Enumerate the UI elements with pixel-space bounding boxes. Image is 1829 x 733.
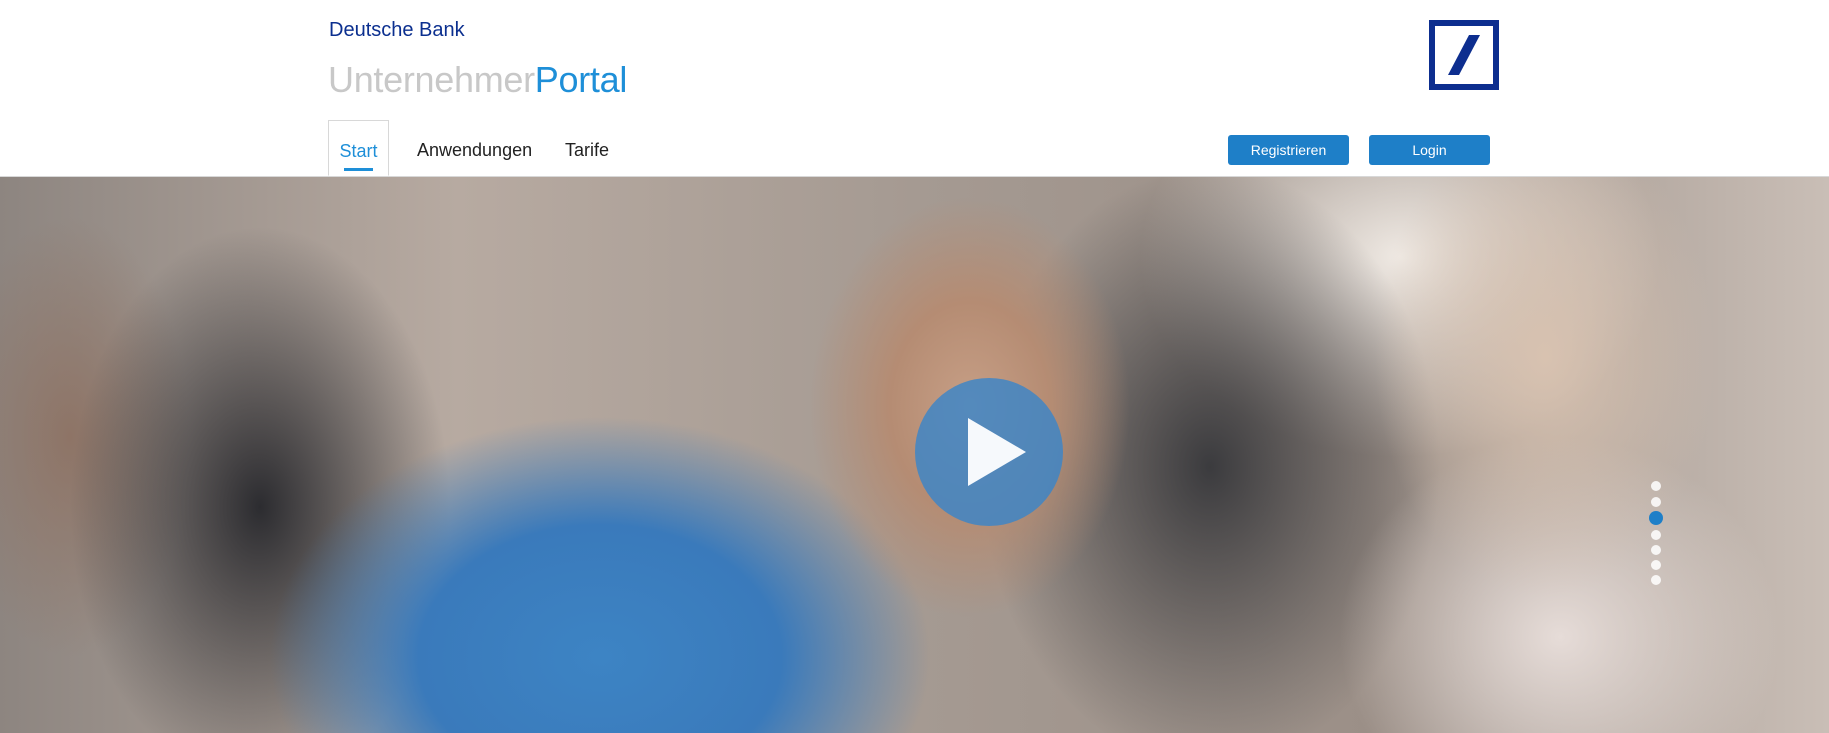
portal-title: UnternehmerPortal — [328, 59, 627, 101]
hero-video — [0, 177, 1829, 733]
nav-tab-anwendungen[interactable]: Anwendungen — [417, 120, 532, 176]
nav-tab-start-label: Start — [339, 141, 378, 161]
portal-title-part2: Portal — [534, 59, 628, 100]
logo-slash-icon — [1448, 35, 1480, 75]
nav-tab-tarife-label: Tarife — [565, 140, 610, 160]
nav-tab-anwendungen-label: Anwendungen — [417, 140, 533, 160]
active-tab-indicator — [344, 168, 373, 171]
slide-dot[interactable] — [1651, 481, 1661, 491]
login-button[interactable]: Login — [1369, 135, 1490, 165]
slide-dot[interactable] — [1651, 575, 1661, 585]
nav-tab-start[interactable]: Start — [328, 120, 389, 176]
register-button[interactable]: Registrieren — [1228, 135, 1349, 165]
play-icon — [968, 418, 1026, 486]
site-header: Deutsche Bank UnternehmerPortal Start An… — [0, 0, 1829, 177]
slide-dot[interactable] — [1651, 530, 1661, 540]
slide-dot[interactable] — [1651, 560, 1661, 570]
slide-dot[interactable] — [1651, 545, 1661, 555]
brand-name[interactable]: Deutsche Bank — [329, 19, 465, 42]
deutsche-bank-logo-icon[interactable] — [1429, 20, 1499, 90]
play-video-button[interactable] — [915, 378, 1063, 526]
slide-dot-active[interactable] — [1649, 511, 1663, 525]
nav-tab-tarife[interactable]: Tarife — [565, 120, 609, 176]
slide-dot[interactable] — [1651, 497, 1661, 507]
portal-title-part1: Unternehmer — [328, 59, 535, 100]
